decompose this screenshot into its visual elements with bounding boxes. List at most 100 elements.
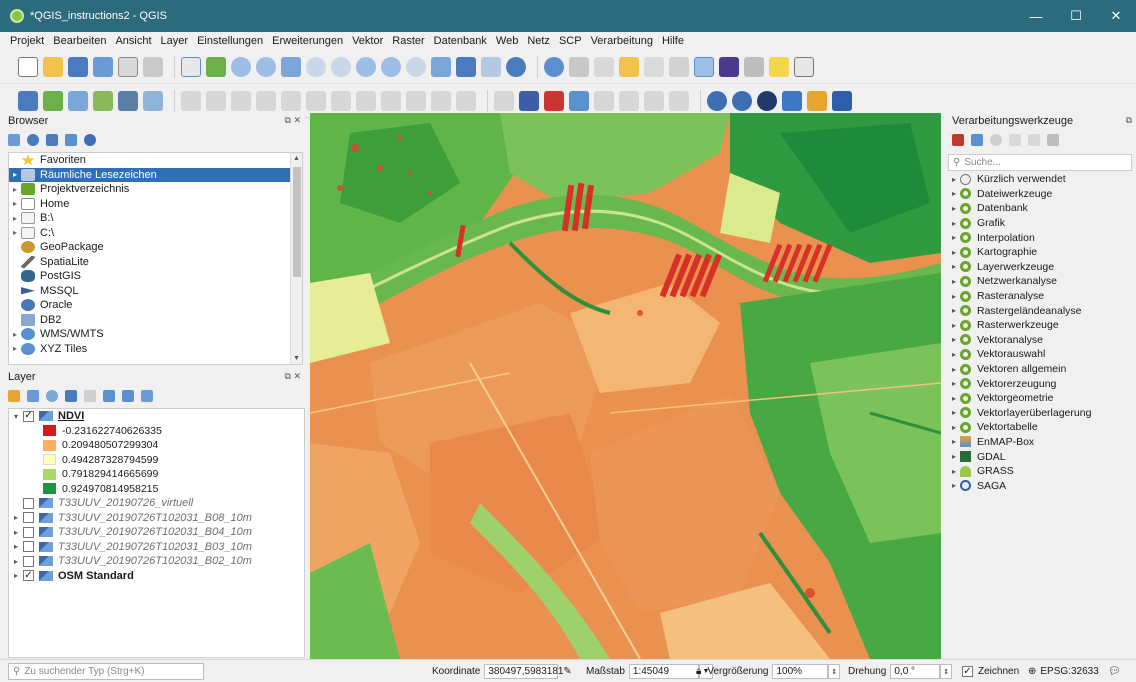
zoom-last-icon[interactable] <box>381 56 401 77</box>
attribute-table-icon[interactable] <box>644 56 664 77</box>
processing-group[interactable]: ▸ Rastergeländeanalyse <box>948 303 1136 318</box>
processing-group[interactable]: ▸ EnMAP-Box <box>948 435 1136 450</box>
magnifier-field[interactable]: 100% <box>772 664 829 679</box>
menu-layer[interactable]: Layer <box>161 35 189 47</box>
panel-float-icon[interactable]: ⧉ <box>1126 115 1132 126</box>
annotation-icon[interactable] <box>794 56 814 77</box>
menu-vektor[interactable]: Vektor <box>352 35 383 47</box>
python-console-icon[interactable] <box>782 90 802 111</box>
menu-bearbeiten[interactable]: Bearbeiten <box>53 35 106 47</box>
pan-to-selection-icon[interactable] <box>206 56 226 77</box>
options-icon[interactable] <box>1047 134 1059 146</box>
new-geopackage-layer-icon[interactable] <box>43 90 63 111</box>
browser-item[interactable]: PostGIS <box>9 269 302 284</box>
menu-scp[interactable]: SCP <box>559 35 582 47</box>
processing-group[interactable]: ▸ GRASS <box>948 464 1136 479</box>
print-layout-icon[interactable] <box>118 56 138 77</box>
layer-visibility-checkbox[interactable] <box>23 526 34 538</box>
menu-einstellungen[interactable]: Einstellungen <box>197 35 263 47</box>
add-feature-icon[interactable] <box>256 90 276 111</box>
layer-row[interactable]: ▸ T33UUV_20190726T102031_B02_10m <box>9 554 304 569</box>
processing-group[interactable]: ▸ Rasteranalyse <box>948 289 1136 304</box>
scripts-icon[interactable] <box>971 134 983 146</box>
copy-features-icon[interactable] <box>381 90 401 111</box>
save-as-icon[interactable] <box>93 56 113 77</box>
history-icon[interactable] <box>990 134 1002 146</box>
filter-legend-icon[interactable] <box>65 390 77 402</box>
minimize-button[interactable]: — <box>1016 0 1056 32</box>
browser-item[interactable]: MSSQL <box>9 284 302 299</box>
layer-row[interactable]: ▸ T33UUV_20190726T102031_B03_10m <box>9 540 304 555</box>
processing-group[interactable]: ▸ Layerwerkzeuge <box>948 260 1136 275</box>
maximize-button[interactable]: ☐ <box>1056 0 1096 32</box>
zoom-in-icon[interactable] <box>231 56 251 77</box>
layer-styling-icon[interactable] <box>8 390 20 402</box>
menu-netz[interactable]: Netz <box>527 35 550 47</box>
zoom-out-icon[interactable] <box>256 56 276 77</box>
filter-icon[interactable] <box>46 134 58 146</box>
browser-item[interactable]: Favoriten <box>9 153 302 168</box>
expand-all-icon[interactable] <box>103 390 115 402</box>
paste-features-icon[interactable] <box>406 90 426 111</box>
map-canvas[interactable] <box>310 113 941 659</box>
scroll-up-icon[interactable]: ▲ <box>293 155 300 162</box>
manage-themes-icon[interactable] <box>46 390 58 402</box>
menu-projekt[interactable]: Projekt <box>10 35 44 47</box>
results-viewer-icon[interactable] <box>1009 134 1021 146</box>
measure-icon[interactable] <box>744 56 764 77</box>
lock-icon[interactable]: 🔒︎ <box>696 666 701 677</box>
processing-group[interactable]: ▸ SAGA <box>948 478 1136 493</box>
zoom-next-icon[interactable] <box>406 56 426 77</box>
processing-group[interactable]: ▸ Vektoranalyse <box>948 333 1136 348</box>
browser-item[interactable]: GeoPackage <box>9 240 302 255</box>
filter-expression-icon[interactable] <box>84 390 96 402</box>
modify-attributes-icon[interactable] <box>306 90 326 111</box>
layer-row-ndvi[interactable]: ▾ ✓ NDVI <box>9 409 304 424</box>
open-project-icon[interactable] <box>43 56 63 77</box>
layer-labeling-icon[interactable] <box>519 90 539 111</box>
processing-group[interactable]: ▸ Rasterwerkzeuge <box>948 318 1136 333</box>
data-source-manager-icon[interactable] <box>18 90 38 111</box>
add-layer-icon[interactable] <box>8 134 20 146</box>
select-by-value-icon[interactable] <box>594 56 614 77</box>
processing-group[interactable]: ▸ Netzwerkanalyse <box>948 274 1136 289</box>
add-group-icon[interactable] <box>27 390 39 402</box>
browser-item[interactable]: ▸ C:\ <box>9 226 302 241</box>
change-label-icon[interactable] <box>669 90 689 111</box>
layer-diagram-icon[interactable] <box>544 90 564 111</box>
refresh-icon[interactable] <box>506 56 526 77</box>
layer-visibility-checkbox[interactable] <box>23 512 34 524</box>
zoom-selection-icon[interactable] <box>306 56 326 77</box>
current-edits-icon[interactable] <box>181 90 201 111</box>
metasearch-icon[interactable] <box>732 90 752 111</box>
pin-labels-icon[interactable] <box>569 90 589 111</box>
processing-group[interactable]: ▸ Vektorerzeugung <box>948 376 1136 391</box>
collapse-all-icon[interactable] <box>122 390 134 402</box>
models-icon[interactable] <box>952 134 964 146</box>
browser-item[interactable]: ▸ Home <box>9 197 302 212</box>
new-virtual-layer-icon[interactable] <box>143 90 163 111</box>
layer-visibility-checkbox[interactable] <box>23 555 34 567</box>
processing-group[interactable]: ▸ Kürzlich verwendet <box>948 172 1136 187</box>
menu-web[interactable]: Web <box>496 35 518 47</box>
collapse-icon[interactable]: ▾ <box>9 412 23 421</box>
rotate-label-icon[interactable] <box>644 90 664 111</box>
layer-visibility-checkbox[interactable] <box>23 541 34 553</box>
cut-features-icon[interactable] <box>356 90 376 111</box>
remove-layer-icon[interactable] <box>141 390 153 402</box>
close-button[interactable]: ✕ <box>1096 0 1136 32</box>
identify-icon[interactable] <box>544 56 564 77</box>
show-labels-icon[interactable] <box>594 90 614 111</box>
menu-raster[interactable]: Raster <box>392 35 424 47</box>
menu-datenbank[interactable]: Datenbank <box>434 35 487 47</box>
layer-row-osm[interactable]: ▸ ✓ OSM Standard <box>9 569 304 584</box>
processing-group[interactable]: ▸ GDAL <box>948 449 1136 464</box>
new-shapefile-layer-icon[interactable] <box>68 90 88 111</box>
georeferencer-icon[interactable] <box>807 90 827 111</box>
processing-group[interactable]: ▸ Datenbank <box>948 201 1136 216</box>
new-3d-view-icon[interactable] <box>456 56 476 77</box>
redo-icon[interactable] <box>456 90 476 111</box>
scroll-down-icon[interactable]: ▼ <box>293 355 300 362</box>
menu-erweiterungen[interactable]: Erweiterungen <box>272 35 343 47</box>
panel-float-close-icon[interactable]: ⧉ ✕ <box>285 115 301 126</box>
